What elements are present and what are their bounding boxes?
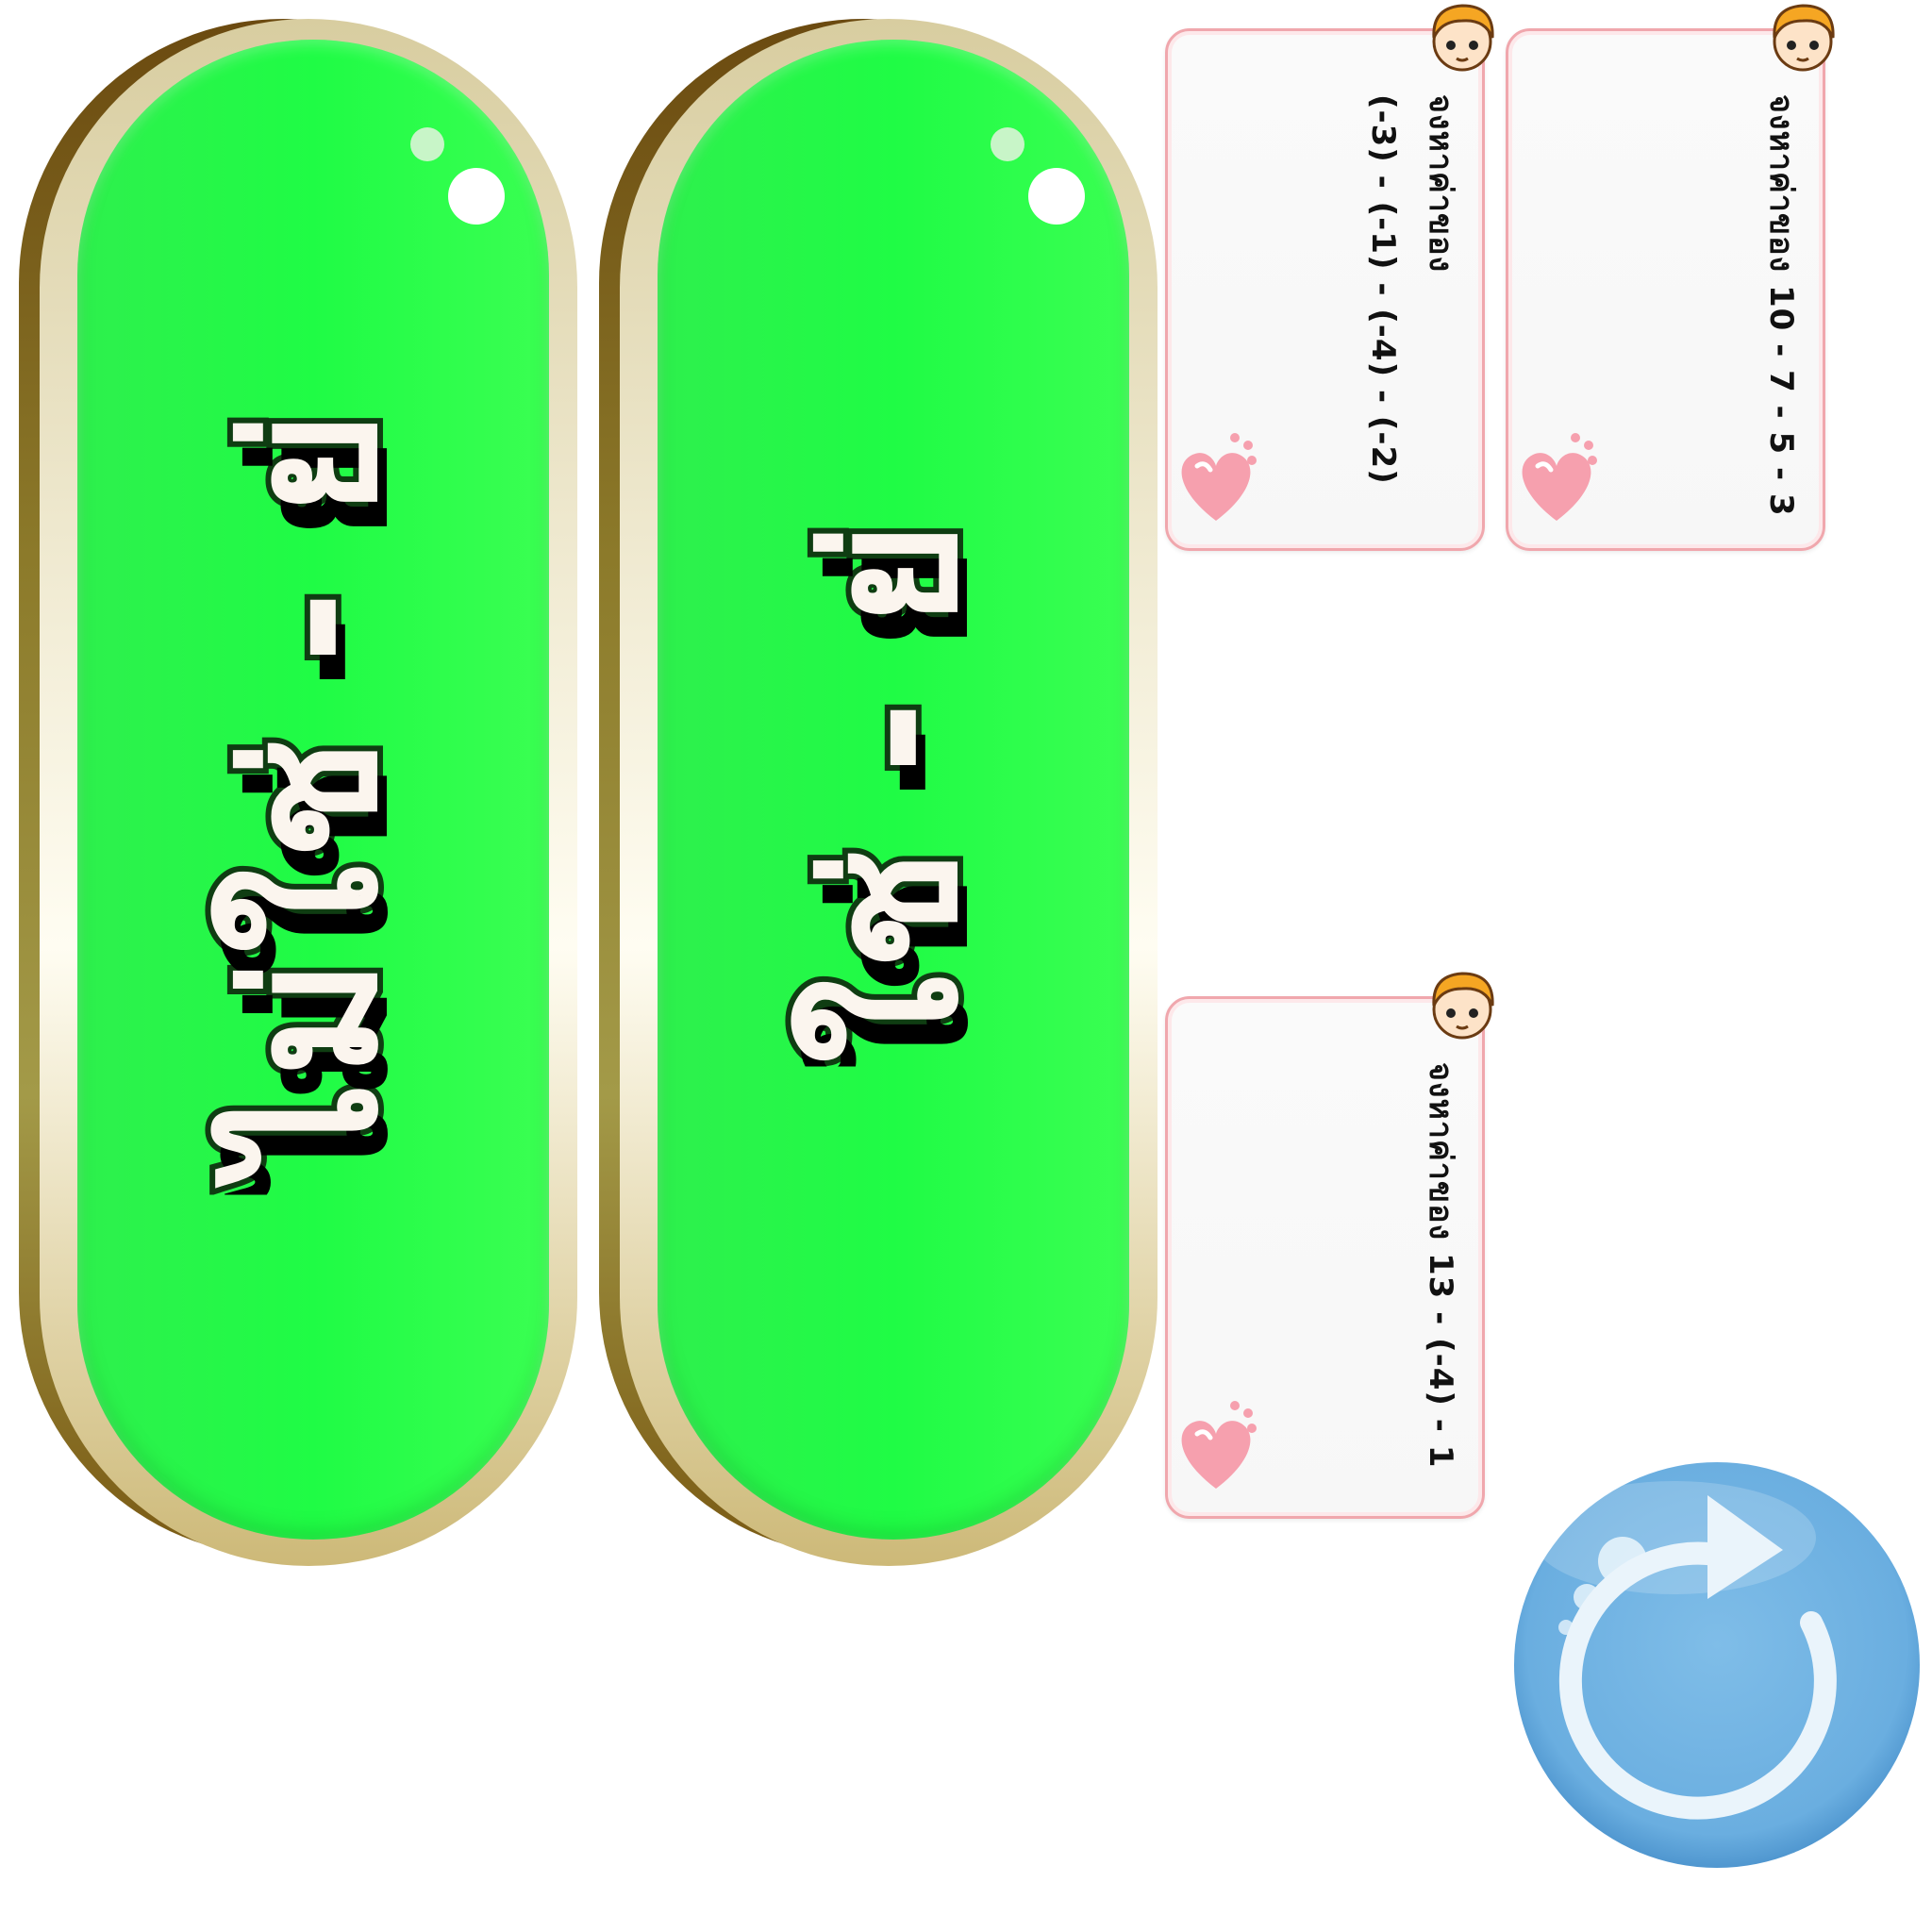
answer-button-no[interactable]: ไม่ใช่ - ย่: [19, 19, 577, 1566]
question-line: จงหาค่าของ: [1422, 94, 1459, 274]
button-label-wrap: ใช่ - ย่: [658, 40, 1129, 1540]
question-line: จงหาค่าของ 10 - 7 - 5 - 3: [1762, 94, 1800, 517]
character-avatar-icon: [1432, 972, 1494, 1040]
button-label: ไม่ใช่ - ย่: [203, 400, 423, 1178]
question-text: จงหาค่าของ 10 - 7 - 5 - 3: [1742, 94, 1807, 517]
heart-paw-icon: [1181, 433, 1257, 521]
answer-button-yes[interactable]: ใช่ - ย่: [599, 19, 1158, 1566]
heart-paw-icon: [1522, 433, 1597, 521]
question-text: จงหาค่าของ 13 - (-4) - 1: [1402, 1062, 1466, 1477]
heart-paw-icon: [1181, 1401, 1257, 1489]
question-card-3[interactable]: จงหาค่าของ 13 - (-4) - 1: [1165, 972, 1494, 1524]
question-card-1[interactable]: (-3) - (-1) - (-4) - (-2) จงหาค่าของ: [1165, 4, 1494, 557]
question-line: (-3) - (-1) - (-4) - (-2): [1364, 94, 1402, 485]
character-avatar-icon: [1432, 4, 1494, 72]
button-label: ใช่ - ย่: [783, 510, 1003, 1069]
question-card-2[interactable]: จงหาค่าของ 10 - 7 - 5 - 3: [1506, 4, 1835, 557]
question-line: จงหาค่าของ 13 - (-4) - 1: [1422, 1062, 1459, 1469]
button-label-wrap: ไม่ใช่ - ย่: [77, 40, 549, 1540]
character-avatar-icon: [1773, 4, 1835, 72]
question-text: (-3) - (-1) - (-4) - (-2) จงหาค่าของ: [1364, 94, 1466, 509]
restart-button[interactable]: [1509, 1457, 1924, 1873]
